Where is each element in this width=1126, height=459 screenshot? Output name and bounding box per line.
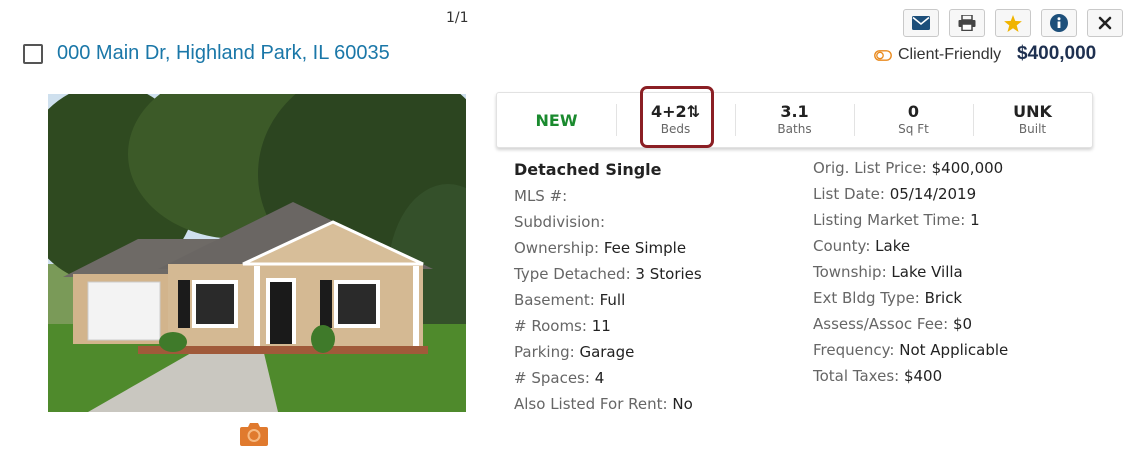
close-button[interactable] xyxy=(1087,9,1123,37)
sqft-cell: 0 Sq Ft xyxy=(854,100,973,140)
detail-row: Subdivision: xyxy=(514,213,606,231)
house-image xyxy=(48,94,466,412)
action-toolbar xyxy=(903,9,1123,37)
envelope-icon xyxy=(912,16,930,30)
detail-row: Orig. List Price: $400,000 xyxy=(813,159,1004,177)
listing-price: $400,000 xyxy=(1017,43,1097,64)
photo-count-button[interactable] xyxy=(239,421,269,447)
print-button[interactable] xyxy=(949,9,985,37)
detail-row: Basement: Full xyxy=(514,291,626,309)
detail-row: Frequency: Not Applicable xyxy=(813,341,1009,359)
star-icon xyxy=(1004,14,1022,32)
email-button[interactable] xyxy=(903,9,939,37)
toggle-icon xyxy=(874,49,892,61)
select-checkbox[interactable] xyxy=(23,44,43,64)
detail-row: Also Listed For Rent: No xyxy=(514,395,693,413)
details-left-column: MLS #: Subdivision: Ownership: Fee Simpl… xyxy=(514,183,702,417)
built-value: UNK xyxy=(1013,102,1052,121)
detail-row: Ext Bldg Type: Brick xyxy=(813,289,963,307)
listing-stats-bar: NEW 4+2⇅ Beds 3.1 Baths 0 Sq Ft UNK Buil… xyxy=(496,92,1093,148)
detail-row: Township: Lake Villa xyxy=(813,263,963,281)
info-button[interactable] xyxy=(1041,9,1077,37)
beds-highlight xyxy=(640,86,714,148)
detail-row: MLS #: xyxy=(514,187,568,205)
detail-row: Listing Market Time: 1 xyxy=(813,211,980,229)
sqft-label: Sq Ft xyxy=(898,122,929,136)
favorite-button[interactable] xyxy=(995,9,1031,37)
close-icon xyxy=(1098,16,1112,30)
details-right-column: Orig. List Price: $400,000 List Date: 05… xyxy=(813,155,1008,389)
detail-row: Type Detached: 3 Stories xyxy=(514,265,702,283)
status-badge: NEW xyxy=(535,110,578,130)
property-type: Detached Single xyxy=(514,160,662,179)
baths-value: 3.1 xyxy=(780,102,809,121)
camera-icon xyxy=(240,423,268,446)
listing-address-link[interactable]: 000 Main Dr, Highland Park, IL 60035 xyxy=(57,42,390,65)
listing-photo[interactable] xyxy=(48,94,466,412)
baths-cell: 3.1 Baths xyxy=(735,100,854,140)
status-cell: NEW xyxy=(497,100,616,140)
built-label: Built xyxy=(1018,122,1047,136)
detail-row: Total Taxes: $400 xyxy=(813,367,943,385)
built-cell: UNK Built xyxy=(973,100,1092,140)
baths-label: Baths xyxy=(777,122,812,136)
detail-row: County: Lake xyxy=(813,237,911,255)
client-friendly-toggle[interactable]: Client-Friendly xyxy=(874,46,1001,64)
detail-row: Ownership: Fee Simple xyxy=(514,239,687,257)
detail-row: # Rooms: 11 xyxy=(514,317,611,335)
result-counter: 1/1 xyxy=(446,10,469,26)
detail-row: # Spaces: 4 xyxy=(514,369,605,387)
info-icon xyxy=(1050,14,1068,32)
print-icon xyxy=(958,15,976,31)
detail-row: List Date: 05/14/2019 xyxy=(813,185,977,203)
detail-row: Assess/Assoc Fee: $0 xyxy=(813,315,973,333)
sqft-value: 0 xyxy=(907,102,920,121)
detail-row: Parking: Garage xyxy=(514,343,635,361)
client-friendly-label: Client-Friendly xyxy=(898,46,1002,63)
